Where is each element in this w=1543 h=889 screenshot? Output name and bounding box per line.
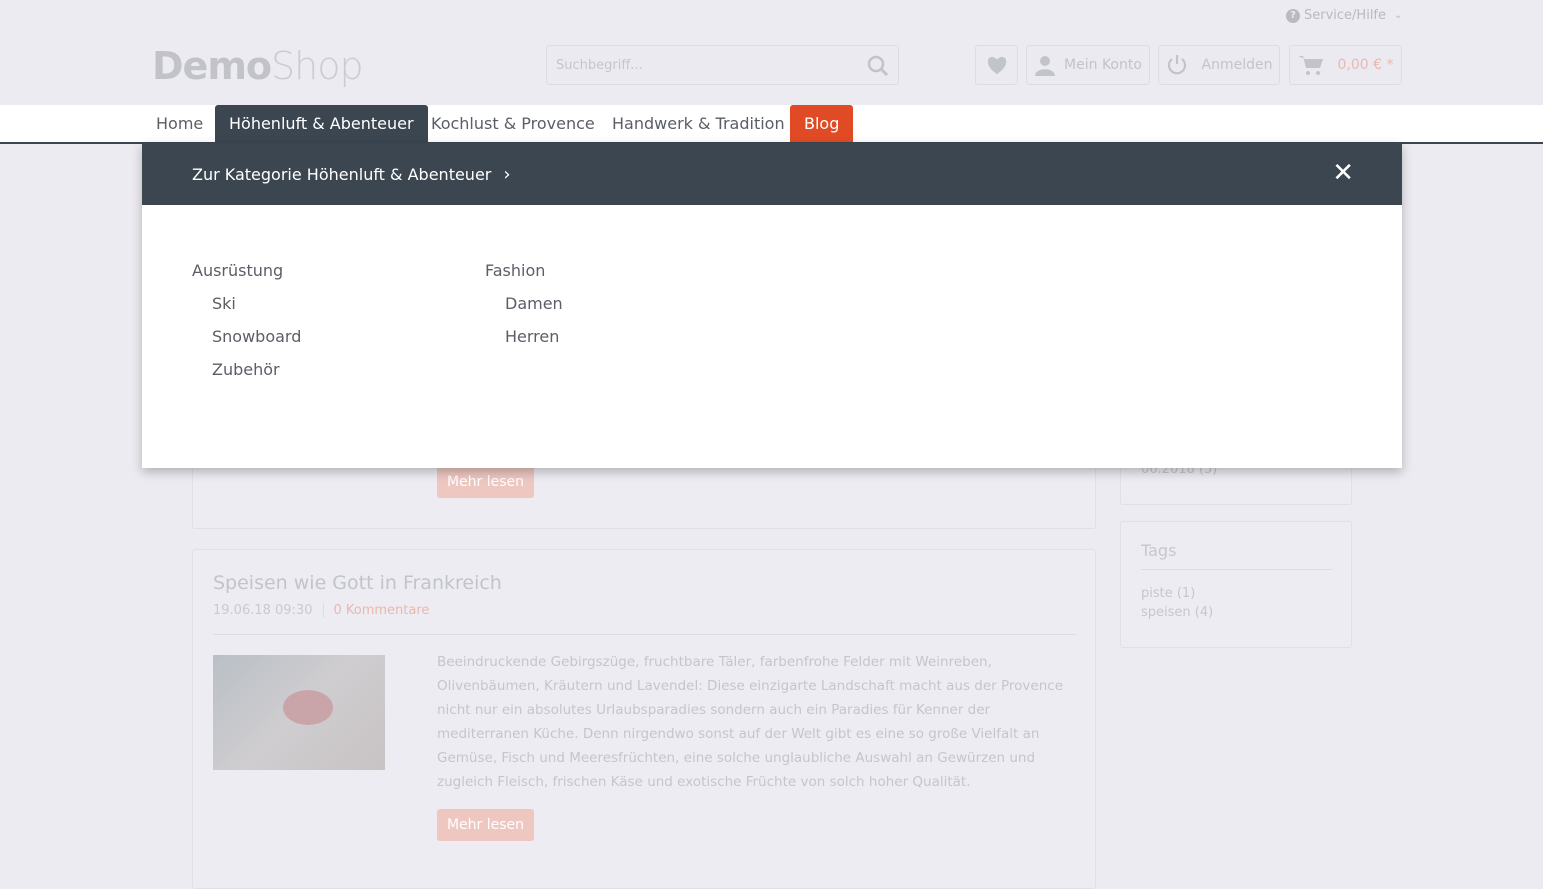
read-more-button[interactable]: Mehr lesen	[437, 809, 534, 841]
blog-post-card: Speisen wie Gott in Frankreich 19.06.18 …	[192, 549, 1096, 889]
flyout-column-ausruestung: Ausrüstung Ski Snowboard Zubehör	[192, 261, 301, 379]
nav-item-handwerk[interactable]: Handwerk & Tradition	[598, 105, 799, 142]
search-box	[546, 45, 899, 85]
flyout-subcategory[interactable]: Ski	[212, 294, 301, 313]
power-icon	[1167, 55, 1186, 75]
main-navigation: Home Höhenluft & Abenteuer Kochlust & Pr…	[0, 105, 1543, 144]
cart-amount: 0,00 € *	[1337, 57, 1394, 73]
question-icon: ?	[1286, 8, 1300, 23]
nav-item-home[interactable]: Home	[142, 105, 217, 142]
cart-icon	[1297, 56, 1323, 75]
service-help-menu[interactable]: ? Service/Hilfe ⌄	[1286, 8, 1402, 23]
flyout-category[interactable]: Ausrüstung	[192, 261, 301, 280]
chevron-down-icon: ⌄	[1394, 10, 1403, 21]
chevron-right-icon: ›	[503, 163, 511, 185]
tag-link[interactable]: speisen (4)	[1141, 605, 1213, 620]
nav-item-kochlust[interactable]: Kochlust & Provence	[417, 105, 609, 142]
flyout-subcategory[interactable]: Herren	[505, 327, 563, 346]
close-icon[interactable]: ✕	[1332, 160, 1354, 186]
heart-icon	[987, 56, 1006, 75]
post-title[interactable]: Speisen wie Gott in Frankreich	[213, 572, 502, 594]
login-button[interactable]: Anmelden	[1158, 45, 1280, 85]
read-more-button[interactable]: Mehr lesen	[437, 466, 534, 498]
user-icon	[1035, 56, 1056, 76]
flyout-header: Zur Kategorie Höhenluft & Abenteuer › ✕	[142, 143, 1402, 205]
service-help-label: Service/Hilfe	[1304, 8, 1386, 23]
post-comments-link[interactable]: 0 Kommentare	[334, 603, 430, 618]
category-link[interactable]: Zur Kategorie Höhenluft & Abenteuer	[192, 165, 491, 184]
login-label: Anmelden	[1201, 57, 1273, 73]
post-excerpt: Beeindruckende Gebirgszüge, fruchtbare T…	[437, 654, 1064, 790]
logo[interactable]: DemoShop	[152, 44, 364, 88]
tag-link[interactable]: piste (1)	[1141, 586, 1195, 601]
account-label: Mein Konto	[1064, 57, 1142, 73]
tags-card: Tags piste (1) speisen (4)	[1120, 521, 1352, 648]
search-input[interactable]	[547, 46, 847, 84]
post-date: 19.06.18 09:30	[213, 603, 313, 618]
category-flyout: Zur Kategorie Höhenluft & Abenteuer › ✕ …	[142, 143, 1402, 468]
wishlist-button[interactable]	[975, 45, 1018, 85]
flyout-subcategory[interactable]: Snowboard	[212, 327, 301, 346]
flyout-subcategory[interactable]: Damen	[505, 294, 563, 313]
tags-title: Tags	[1141, 541, 1177, 560]
account-button[interactable]: Mein Konto	[1026, 45, 1150, 85]
flyout-column-fashion: Fashion Damen Herren	[485, 261, 563, 346]
nav-item-hoehenluft[interactable]: Höhenluft & Abenteuer	[215, 105, 428, 142]
post-image[interactable]	[213, 655, 385, 770]
flyout-subcategory[interactable]: Zubehör	[212, 360, 301, 379]
flyout-category[interactable]: Fashion	[485, 261, 563, 280]
cart-button[interactable]: 0,00 € *	[1289, 45, 1402, 85]
nav-item-blog[interactable]: Blog	[790, 105, 854, 142]
search-icon[interactable]	[866, 54, 890, 78]
